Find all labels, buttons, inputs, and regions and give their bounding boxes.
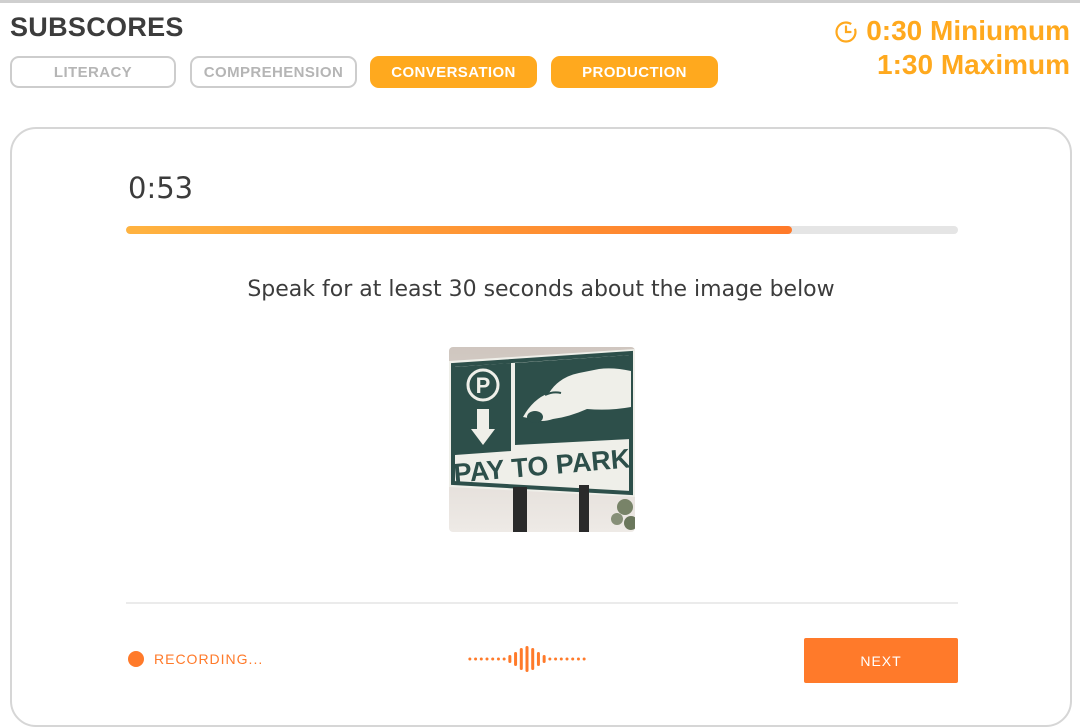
recording-dot-icon xyxy=(128,651,144,667)
minimum-time: 0:30 Miniumum xyxy=(866,15,1070,46)
next-button[interactable]: NEXT xyxy=(804,638,958,683)
progress-bar xyxy=(126,226,958,234)
tab-production[interactable]: PRODUCTION xyxy=(551,56,718,88)
tab-conversation[interactable]: CONVERSATION xyxy=(370,56,537,88)
top-border xyxy=(0,0,1080,3)
maximum-time: 1:30 Maximum xyxy=(877,49,1070,80)
clock-icon xyxy=(835,21,857,43)
task-prompt: Speak for at least 30 seconds about the … xyxy=(247,277,835,302)
time-limits: 0:30 Miniumum 1:30 Maximum xyxy=(834,14,1070,82)
audio-waveform-icon xyxy=(468,646,586,672)
footer-divider xyxy=(126,602,958,604)
progress-fill xyxy=(126,226,792,234)
elapsed-timer: 0:53 xyxy=(128,171,194,205)
tab-literacy[interactable]: LITERACY xyxy=(10,56,176,88)
sign-symbol: P xyxy=(476,373,491,398)
parking-sign-photo: P PAY TO PARK xyxy=(449,347,635,532)
tab-comprehension[interactable]: COMPREHENSION xyxy=(190,56,357,88)
speaking-task-card: 0:53 Speak for at least 30 seconds about… xyxy=(10,127,1072,727)
parking-sign-image: P PAY TO PARK xyxy=(449,347,635,532)
page-title: SUBSCORES xyxy=(10,12,184,42)
recording-label: RECORDING... xyxy=(154,651,264,667)
recording-indicator: RECORDING... xyxy=(128,651,263,667)
